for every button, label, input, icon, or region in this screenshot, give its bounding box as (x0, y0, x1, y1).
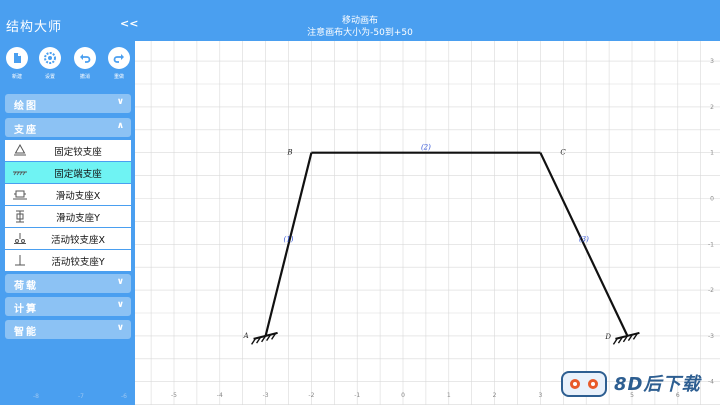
support-item-sliding-y[interactable]: 滑动支座Y (5, 206, 131, 227)
chevron-down-icon: ∨ (116, 323, 124, 333)
sidebar-tick: -7 (78, 393, 84, 400)
fixed-support-icon (13, 171, 27, 176)
support-item-pinned[interactable]: 固定铰支座 (5, 140, 131, 161)
drawing-canvas[interactable]: -5-4-3-2-101234563210-1-2-3-4(1)(2)(3)AB… (135, 41, 720, 405)
sliding-y-support-icon (16, 210, 24, 223)
x-axis-tick-label: -3 (263, 392, 269, 399)
group-smart-label: 智能 (14, 327, 38, 338)
chevron-down-icon: ∨ (116, 97, 124, 107)
roller-y-support-icon (15, 255, 25, 266)
y-axis-tick-label: -2 (708, 287, 714, 294)
pinned-support-icon (14, 144, 26, 156)
chevron-down-icon: ∨ (116, 277, 124, 287)
y-axis-tick-label: 0 (710, 196, 714, 203)
support-item-label: 滑动支座X (55, 191, 101, 202)
new-button-label: 新建 (11, 74, 22, 80)
group-load-label: 荷载 (14, 281, 38, 292)
group-load[interactable]: 荷载 ∨ (5, 274, 131, 293)
fixed-support-hatch (612, 338, 619, 345)
roller-x-support-icon (14, 233, 26, 244)
group-calc-label: 计算 (14, 304, 38, 315)
fixed-support-hatch (251, 338, 257, 345)
toolbar: 新建 设置 撤消 重做 (0, 47, 135, 93)
node-label: C (560, 149, 566, 157)
y-axis-tick-label: 2 (710, 104, 714, 111)
x-axis-tick-label: 3 (538, 392, 542, 399)
undo-button[interactable]: 撤消 (70, 47, 100, 80)
x-axis-tick-label: -5 (171, 392, 177, 399)
support-item-roller-x[interactable]: 活动铰支座X (5, 228, 131, 249)
support-item-label: 固定铰支座 (54, 147, 102, 158)
watermark: 8D后下载 (556, 368, 716, 401)
robot-logo-icon (561, 371, 607, 397)
redo-button[interactable]: 重做 (104, 47, 134, 80)
member-label: (3) (579, 235, 589, 243)
redo-icon (108, 47, 130, 69)
support-item-fixed[interactable]: 固定端支座 (5, 162, 131, 183)
node-label: D (604, 333, 611, 341)
top-bar: 结构大师 << 移动画布 注意画布大小为-50到+50 (0, 0, 720, 41)
chevron-down-icon: ∨ (116, 300, 124, 310)
group-draw-label: 绘图 (14, 101, 38, 112)
file-icon (6, 47, 28, 69)
node-label: A (243, 332, 249, 340)
support-item-roller-y[interactable]: 活动铰支座Y (5, 250, 131, 271)
x-axis-tick-label: -4 (217, 392, 223, 399)
group-smart[interactable]: 智能 ∨ (5, 320, 131, 339)
gear-icon (39, 47, 61, 69)
undo-icon (74, 47, 96, 69)
group-calc[interactable]: 计算 ∨ (5, 297, 131, 316)
member-label: (1) (284, 235, 294, 243)
canvas-size-hint: 注意画布大小为-50到+50 (307, 28, 413, 38)
x-axis-tick-label: -1 (354, 392, 360, 399)
support-item-label: 固定端支座 (54, 169, 102, 180)
settings-button[interactable]: 设置 (35, 47, 65, 80)
watermark-text: 8D后下载 (614, 374, 701, 395)
y-axis-tick-label: 1 (710, 150, 714, 157)
group-support-label: 支座 (14, 125, 38, 136)
y-axis-tick-label: 3 (710, 58, 714, 65)
sliding-x-support-icon (13, 190, 27, 200)
node-label: B (286, 149, 292, 157)
support-item-label: 活动铰支座X (50, 235, 105, 246)
new-button[interactable]: 新建 (2, 47, 32, 80)
x-axis-tick-label: 2 (493, 392, 497, 399)
support-item-label: 活动铰支座Y (51, 257, 105, 268)
sidebar-tick: -8 (33, 393, 39, 400)
x-axis-tick-label: 1 (447, 392, 451, 399)
sidebar-tick: -6 (121, 393, 127, 400)
support-item-sliding-x[interactable]: 滑动支座X (5, 184, 131, 205)
support-item-label: 滑动支座Y (56, 213, 100, 224)
sidebar: 新建 设置 撤消 重做 绘图 ∨ 支座 ∧ 固定铰支座 固定端支座 滑动支座X … (0, 41, 135, 405)
x-axis-tick-label: 0 (401, 392, 405, 399)
group-draw[interactable]: 绘图 ∨ (5, 94, 131, 113)
chevron-up-icon: ∧ (116, 121, 124, 131)
x-axis-tick-label: -2 (308, 392, 314, 399)
y-axis-tick-label: -1 (708, 241, 714, 248)
settings-button-label: 设置 (44, 74, 55, 80)
redo-button-label: 重做 (113, 74, 124, 80)
undo-button-label: 撤消 (79, 74, 90, 80)
group-support[interactable]: 支座 ∧ (5, 118, 131, 137)
y-axis-tick-label: -3 (708, 333, 714, 340)
member-label: (2) (421, 144, 431, 152)
